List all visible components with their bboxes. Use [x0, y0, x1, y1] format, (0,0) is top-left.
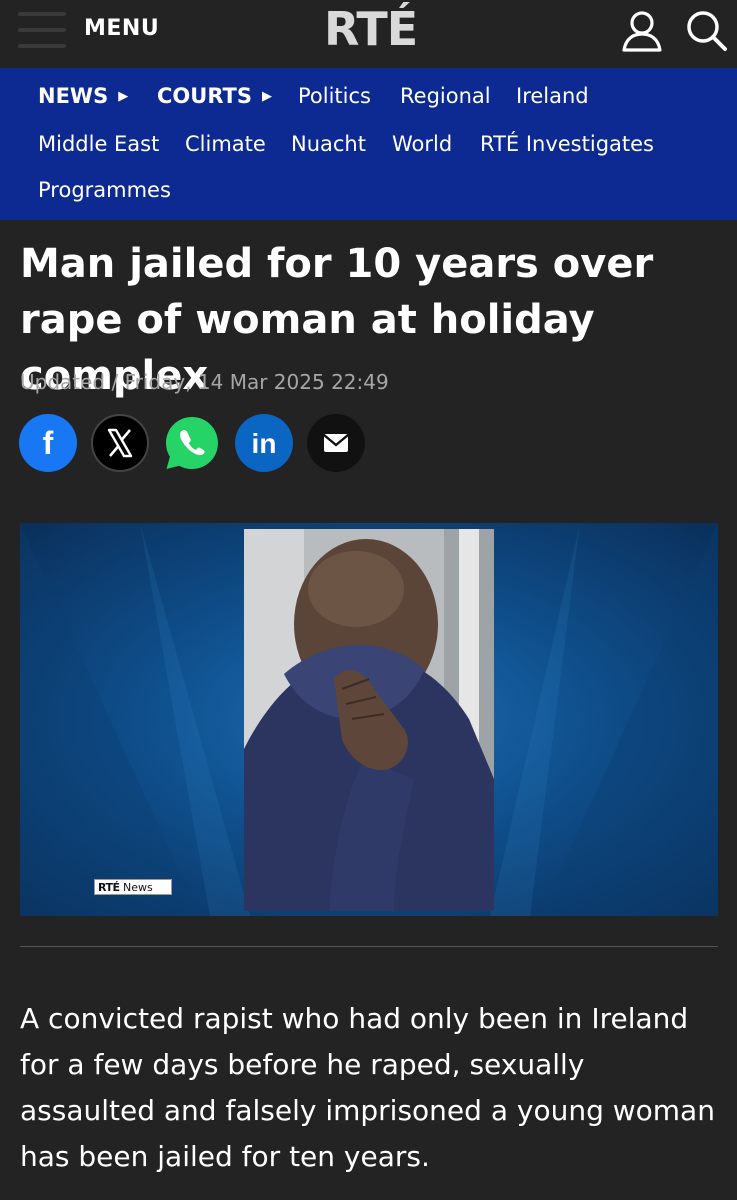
search-icon[interactable]	[684, 8, 728, 52]
facebook-glyph: f	[43, 425, 54, 461]
nav-middle-east[interactable]: Middle East	[38, 132, 159, 156]
nav-regional[interactable]: Regional	[400, 84, 491, 108]
x-icon	[107, 428, 133, 458]
share-whatsapp-button[interactable]	[163, 414, 221, 472]
share-email-button[interactable]	[307, 414, 365, 472]
rte-logo[interactable]: RTÉ	[324, 2, 418, 56]
divider	[20, 946, 718, 947]
man-covering-face-photo	[244, 529, 494, 911]
caret-right-icon: ▶	[118, 89, 129, 104]
nav-ireland[interactable]: Ireland	[516, 84, 589, 108]
section-nav: NEWS ▶ COURTS ▶ Politics Regional Ireland …	[0, 68, 737, 220]
menu-label: MENU	[84, 16, 160, 41]
article-image: RTÉ News	[20, 523, 718, 916]
facebook-icon: f	[43, 425, 54, 461]
nav-programmes[interactable]: Programmes	[38, 178, 171, 202]
rte-news-badge: RTÉ News	[94, 879, 172, 895]
nav-courts[interactable]: COURTS ▶	[157, 84, 272, 108]
nav-nuacht[interactable]: Nuacht	[291, 132, 366, 156]
menu-button[interactable]: MENU	[18, 10, 168, 50]
linkedin-glyph: in	[252, 428, 277, 459]
nav-news[interactable]: NEWS ▶	[38, 84, 128, 108]
nav-climate[interactable]: Climate	[185, 132, 266, 156]
article-lead-paragraph: A convicted rapist who had only been in …	[20, 1002, 715, 1173]
whatsapp-icon	[166, 417, 218, 469]
user-icon[interactable]	[620, 8, 664, 52]
updated-timestamp: Updated / Friday, 14 Mar 2025 22:49	[20, 370, 389, 394]
linkedin-icon: in	[252, 428, 277, 459]
nav-politics[interactable]: Politics	[298, 84, 371, 108]
top-header: MENU RTÉ	[0, 0, 737, 68]
share-facebook-button[interactable]: f	[19, 414, 77, 472]
share-linkedin-button[interactable]: in	[235, 414, 293, 472]
caret-right-icon: ▶	[262, 89, 272, 104]
nav-rte-investigates[interactable]: RTÉ Investigates	[480, 132, 654, 156]
nav-world[interactable]: World	[392, 132, 452, 156]
email-icon	[323, 434, 349, 452]
hamburger-icon	[18, 10, 66, 50]
share-x-button[interactable]	[91, 414, 149, 472]
